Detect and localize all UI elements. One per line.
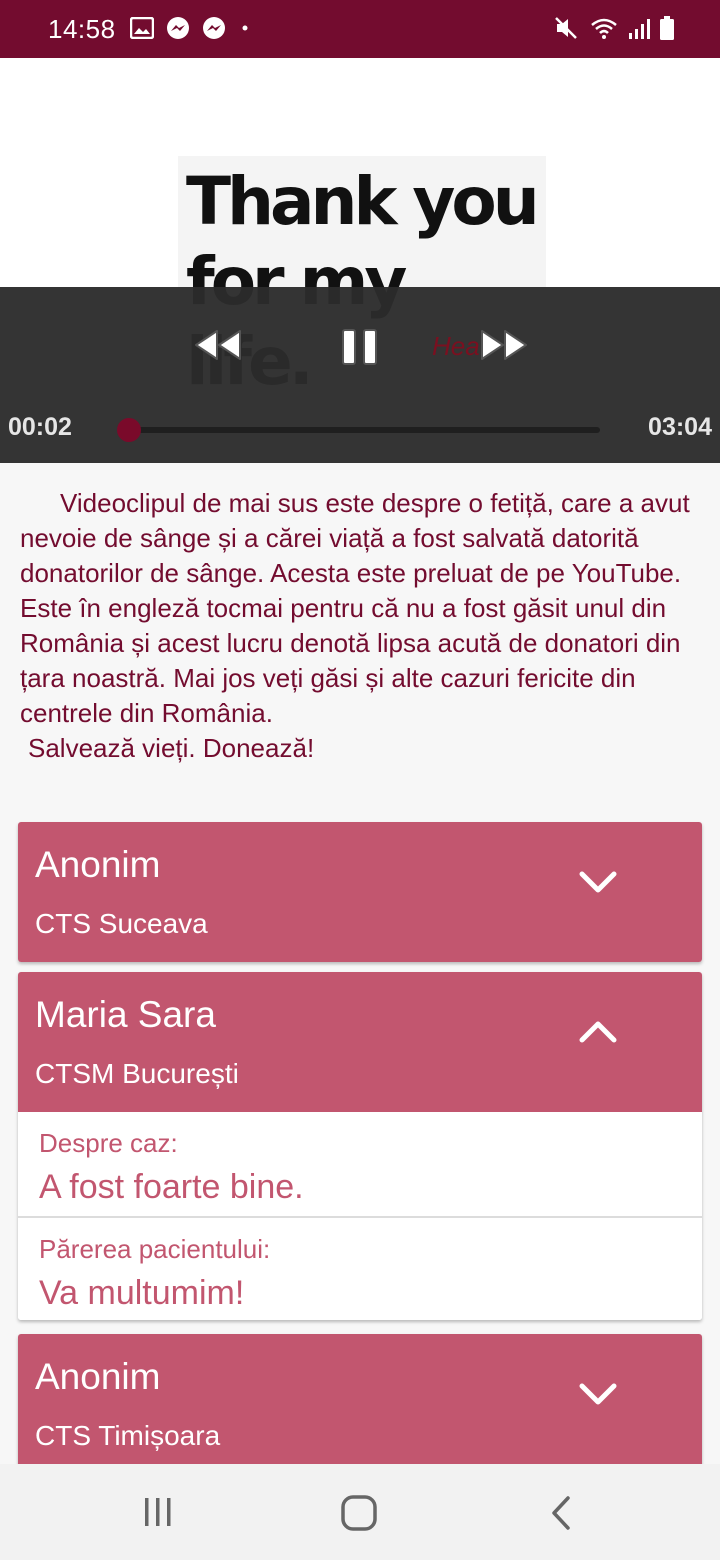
- status-bar: 14:58: [0, 0, 720, 58]
- messenger-icon: [203, 17, 225, 39]
- messenger-icon: [167, 17, 189, 39]
- case-card: Anonim CTS Suceava: [18, 822, 702, 962]
- case-detail-opinion: Părerea pacientului: Va multumim!: [18, 1216, 702, 1320]
- notification-icons: [130, 16, 252, 40]
- detail-value: A fost foarte bine.: [39, 1168, 304, 1206]
- detail-label: Despre caz:: [39, 1128, 178, 1158]
- chevron-down-icon[interactable]: [578, 868, 618, 896]
- rewind-icon[interactable]: [192, 327, 244, 363]
- case-center: CTS Timișoara: [35, 1420, 221, 1451]
- battery-icon: [660, 16, 674, 40]
- system-nav-bar: [0, 1464, 720, 1560]
- signal-icon: [629, 19, 650, 39]
- dot-icon: [242, 25, 248, 31]
- case-card-header[interactable]: Anonim CTS Suceava: [18, 822, 702, 962]
- system-icons: [554, 16, 674, 40]
- home-icon[interactable]: [340, 1494, 378, 1532]
- case-details: Despre caz: A fost foarte bine. Părerea …: [18, 1112, 702, 1320]
- description-paragraph: Videoclipul de mai sus este despre o fet…: [20, 488, 690, 728]
- image-icon: [130, 17, 154, 39]
- detail-label: Părerea pacientului:: [39, 1234, 271, 1264]
- fast-forward-icon[interactable]: [478, 327, 530, 363]
- case-card-header[interactable]: Maria Sara CTSM București: [18, 972, 702, 1112]
- video-overlay-text: Hea: [432, 331, 480, 361]
- current-time: 00:02: [8, 413, 72, 441]
- total-time: 03:04: [648, 413, 712, 441]
- case-card-header[interactable]: Anonim CTS Timișoara: [18, 1334, 702, 1474]
- video-player[interactable]: Thank you for my life. Hea 00:02 03:04: [0, 58, 720, 463]
- chevron-down-icon[interactable]: [578, 1380, 618, 1408]
- detail-value: Va multumim!: [39, 1274, 245, 1312]
- chevron-up-icon[interactable]: [578, 1018, 618, 1046]
- case-center: CTS Suceava: [35, 908, 208, 939]
- video-title-line-1: Thank you: [186, 163, 540, 240]
- video-description: Videoclipul de mai sus este despre o fet…: [20, 486, 700, 766]
- status-time: 14:58: [48, 14, 116, 44]
- case-center: CTSM București: [35, 1058, 239, 1089]
- video-controls: Hea 00:02 03:04: [0, 287, 720, 463]
- case-name: Maria Sara: [35, 994, 216, 1035]
- case-card: Anonim CTS Timișoara: [18, 1334, 702, 1474]
- wifi-icon: [591, 18, 617, 39]
- case-name: Anonim: [35, 1356, 161, 1397]
- back-icon[interactable]: [548, 1494, 574, 1532]
- case-detail-about: Despre caz: A fost foarte bine.: [18, 1112, 702, 1216]
- seek-bar[interactable]: [116, 418, 600, 442]
- recent-apps-icon[interactable]: [142, 1494, 174, 1530]
- description-slogan: Salvează vieți. Donează!: [28, 733, 315, 763]
- pause-icon[interactable]: [340, 327, 380, 367]
- seek-thumb[interactable]: [116, 418, 141, 442]
- case-name: Anonim: [35, 844, 161, 885]
- mute-icon: [555, 17, 577, 39]
- case-card-expanded: Maria Sara CTSM București Despre caz: A …: [18, 972, 702, 1320]
